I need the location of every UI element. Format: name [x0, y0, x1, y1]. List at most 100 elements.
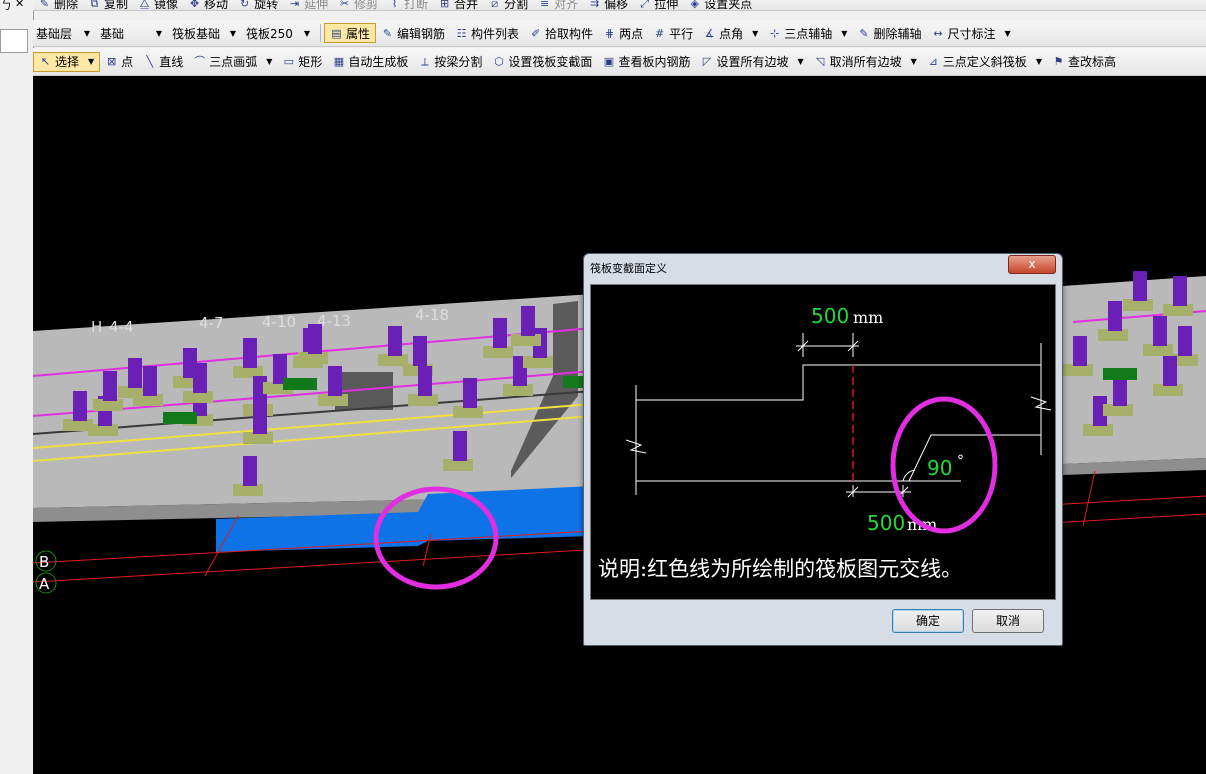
- tool-label: 合并: [454, 0, 479, 11]
- ok-button[interactable]: 确定: [892, 609, 964, 633]
- column: [493, 318, 507, 348]
- column: [243, 456, 257, 486]
- draw-tool-10[interactable]: ◹ 取消所有边坡 ▼: [809, 52, 922, 72]
- column: [1113, 376, 1127, 406]
- cancel-button[interactable]: 取消: [972, 609, 1044, 633]
- tool-icon: #: [654, 26, 665, 40]
- draw-tool-7[interactable]: ⬡ 设置筏板变截面: [487, 52, 597, 72]
- angle-unit: °: [957, 453, 964, 469]
- tool-icon: ⧉: [90, 0, 99, 10]
- column: [1108, 301, 1122, 331]
- dim-bottom-value: 500: [867, 511, 905, 535]
- column: [413, 336, 427, 366]
- component-tool-4[interactable]: ⋕ 两点: [598, 23, 648, 43]
- tool-label: 选择: [55, 55, 80, 69]
- draw-tool-0[interactable]: ↖ 选择 ▼: [33, 51, 101, 72]
- edit-tool-3[interactable]: ✥ 移动: [183, 0, 233, 10]
- tool-icon: ✐: [530, 26, 541, 40]
- edit-tool-1[interactable]: ⧉ 复制: [83, 0, 133, 10]
- tool-label: 两点: [619, 26, 644, 41]
- edit-tool-10[interactable]: ≡ 对齐: [533, 0, 583, 11]
- component-tool-0[interactable]: ▤ 属性: [324, 23, 377, 43]
- draw-tool-2[interactable]: ╲ 直线: [138, 52, 188, 72]
- dim-top-unit: mm: [853, 308, 883, 327]
- tool-icon: ✎: [382, 26, 393, 40]
- edit-tool-7[interactable]: ⌇ 打断: [383, 0, 433, 11]
- category-combo[interactable]: 基础 ▼: [97, 24, 165, 42]
- type-combo-value: 筏板基础: [172, 26, 221, 41]
- edit-tool-4[interactable]: ↻ 旋转: [233, 0, 283, 10]
- type-combo[interactable]: 筏板基础 ▼: [169, 24, 239, 42]
- tool-icon: ✥: [189, 0, 200, 10]
- component-tool-5[interactable]: # 平行: [648, 23, 698, 43]
- floor-combo[interactable]: 基础层 ▼: [33, 24, 93, 42]
- tool-icon: ⇥: [289, 0, 300, 10]
- draw-tool-9[interactable]: ◸ 设置所有边坡 ▼: [695, 52, 808, 72]
- tool-icon: ╲: [146, 55, 153, 68]
- component-tool-3[interactable]: ✐ 拾取构件: [524, 23, 598, 43]
- tool-label: 取消所有边坡: [829, 55, 902, 69]
- tool-icon: ☷: [456, 26, 467, 40]
- tool-icon: ▦: [333, 55, 345, 68]
- left-panel-field[interactable]: [0, 29, 28, 53]
- tool-icon: ▣: [603, 55, 615, 68]
- axis-label: 4-4: [109, 318, 134, 336]
- edit-tool-8[interactable]: ⊞ 合并: [433, 0, 483, 11]
- draw-tool-12[interactable]: ⚑ 查改标高: [1047, 52, 1121, 72]
- edit-tool-0[interactable]: ✎ 删除: [33, 0, 83, 11]
- edit-tool-12[interactable]: ⤢ 拉伸: [633, 0, 683, 10]
- tool-label: 查改标高: [1067, 55, 1116, 69]
- edit-tool-6[interactable]: ✂ 修剪: [333, 0, 383, 10]
- axis-label: 4-13: [317, 312, 351, 330]
- tool-icon: ⧋: [139, 0, 150, 10]
- draw-tool-1[interactable]: ⊠ 点: [100, 52, 138, 72]
- panel-close-icon[interactable]: ✕: [15, 0, 24, 10]
- dim-top-value: 500: [811, 304, 849, 328]
- tool-icon: ⊞: [440, 0, 450, 10]
- tool-label: 平行: [669, 26, 694, 41]
- tool-label: 对齐: [554, 0, 579, 11]
- edit-tool-2[interactable]: ⧋ 镜像: [133, 0, 183, 10]
- edit-tool-9[interactable]: ⧄ 分割: [483, 0, 533, 10]
- dialog-close-button[interactable]: x: [1008, 255, 1056, 274]
- component-tool-2[interactable]: ☷ 构件列表: [450, 23, 524, 43]
- column: [453, 431, 467, 461]
- draw-tool-11[interactable]: ⊿ 三点定义斜筏板 ▼: [922, 52, 1047, 72]
- axis-label: 4-10: [262, 313, 296, 331]
- tool-label: 打断: [404, 0, 429, 11]
- edit-tool-5[interactable]: ⇥ 延伸: [283, 0, 333, 10]
- member-combo-value: 筏板250: [246, 26, 293, 41]
- tool-icon: ⊠: [107, 55, 117, 68]
- tool-label: 设置筏板变截面: [508, 55, 593, 69]
- floor-combo-value: 基础层: [36, 26, 73, 41]
- column: [253, 404, 267, 434]
- tool-label: 偏移: [604, 0, 629, 11]
- panel-pin-icon[interactable]: ㄅ: [1, 0, 12, 13]
- draw-tool-5[interactable]: ▦ 自动生成板: [327, 52, 413, 72]
- tool-icon: ⋕: [604, 26, 615, 40]
- draw-tool-6[interactable]: ⟂ 按梁分割: [413, 52, 487, 72]
- component-tool-1[interactable]: ✎ 编辑钢筋: [376, 23, 450, 43]
- tool-label: 构件列表: [471, 26, 520, 41]
- column: [328, 366, 342, 396]
- dialog-title: 筏板变截面定义: [590, 262, 667, 275]
- axis-label: H: [91, 318, 102, 336]
- column: [521, 306, 535, 336]
- dialog-note: 说明:红色线为所绘制的筏板图元交线。: [598, 557, 963, 581]
- component-tool-7[interactable]: ⊹ 三点辅轴 ▼: [763, 23, 852, 43]
- component-tool-8[interactable]: ✎ 删除辅轴: [852, 23, 926, 43]
- chevron-down-icon: ▼: [752, 28, 759, 38]
- section-drawing: 500 mm 500 mm 90 °: [625, 304, 1052, 535]
- member-combo[interactable]: 筏板250 ▼: [243, 24, 313, 42]
- edit-tool-11[interactable]: ⇉ 偏移: [583, 0, 633, 11]
- tool-icon: ⟂: [421, 55, 429, 68]
- draw-tool-3[interactable]: ⌒ 三点画弧 ▼: [188, 52, 277, 72]
- tool-icon: ↔: [933, 26, 943, 40]
- chevron-down-icon: ▼: [910, 57, 917, 66]
- tool-label: 删除: [54, 0, 79, 11]
- draw-tool-8[interactable]: ▣ 查看板内钢筋: [597, 52, 695, 72]
- component-tool-9[interactable]: ↔ 尺寸标注 ▼: [926, 23, 1015, 43]
- edit-tool-13[interactable]: ◈ 设置夹点: [683, 0, 757, 10]
- draw-tool-4[interactable]: ▭ 矩形: [277, 52, 327, 72]
- component-tool-6[interactable]: ∡ 点角 ▼: [698, 23, 763, 43]
